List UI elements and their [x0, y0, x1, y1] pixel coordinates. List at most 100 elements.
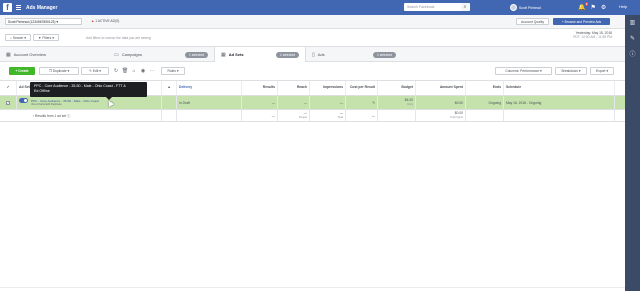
- column-header-reach[interactable]: Reach: [278, 81, 310, 95]
- ad-set-toggle[interactable]: [19, 98, 28, 103]
- toolbar: + Create ❐ Duplicate ▾ ✎ Edit ▾ ↻ 🗑 ⌂ ◉ …: [0, 62, 625, 80]
- ad-set-name-link[interactable]: PPC - Core Audience - 35-50 - Male - Ohi…: [31, 99, 99, 103]
- summary-amount-spent-sub: Total Spent: [450, 115, 463, 119]
- duplicate-button[interactable]: ❐ Duplicate ▾: [39, 67, 79, 75]
- preview-icon[interactable]: ◉: [139, 67, 147, 75]
- column-header-amount-spent[interactable]: Amount Spent: [416, 81, 466, 95]
- account-warning[interactable]: ▲ 1 ACTIVE AD(S): [91, 19, 119, 23]
- filter-input[interactable]: Add filters to narrow the data you are s…: [86, 36, 151, 40]
- duplicate-icon: ❐: [48, 69, 52, 73]
- grid-icon: ▦: [221, 51, 226, 58]
- tab-account-overview[interactable]: ▦ Account Overview: [0, 47, 108, 62]
- tab-label: Campaigns: [121, 52, 142, 57]
- edit-icon[interactable]: ✎: [625, 31, 640, 47]
- row-checkbox[interactable]: ✓: [0, 96, 17, 109]
- summary-row: › Results from 1 ad set ⓘ — — People — Tot…: [0, 110, 625, 122]
- right-side-rail: ▥ ✎ ⓘ: [625, 15, 640, 291]
- pencil-icon[interactable]: ✎: [372, 101, 375, 105]
- info-icon[interactable]: ⓘ: [625, 47, 640, 63]
- grid-icon: ▦: [6, 51, 11, 58]
- selected-count-badge[interactable]: 1 selected: [184, 51, 208, 58]
- account-quality-button[interactable]: Account Quality: [516, 18, 549, 25]
- search-label: Search: [12, 35, 24, 40]
- column-header-impressions[interactable]: Impressions: [310, 81, 346, 95]
- summary-ends-cell: [466, 110, 504, 121]
- tag-icon[interactable]: ⌂: [130, 67, 138, 75]
- folder-icon: ▭: [114, 51, 119, 58]
- summary-label-cell: › Results from 1 ad set ⓘ: [17, 110, 162, 121]
- warning-icon: ▲: [91, 19, 95, 23]
- sort-icon[interactable]: ▲: [162, 81, 177, 95]
- selected-count-badge[interactable]: 1 selected: [275, 51, 299, 58]
- warning-text: 1 ACTIVE AD(S): [95, 19, 120, 23]
- summary-label: Results from 1 ad set: [35, 113, 67, 118]
- row-spacer: [162, 110, 177, 121]
- column-header-budget[interactable]: Budget: [378, 81, 416, 95]
- summary-schedule-cell: [504, 110, 615, 121]
- more-icon[interactable]: ⋯: [148, 67, 156, 75]
- date-range-picker[interactable]: Yesterday: May 15, 2018 PDT: 12:00 AM - …: [560, 31, 612, 39]
- profile-link[interactable]: Scott Pinhead: [510, 3, 541, 12]
- summary-results-cell: —: [242, 110, 278, 121]
- chart-icon[interactable]: ▥: [625, 15, 640, 31]
- rules-button[interactable]: Rules ▾: [161, 67, 185, 75]
- column-header-cost-per-result[interactable]: Cost per Result: [346, 81, 378, 95]
- reach-cell: —: [278, 96, 310, 109]
- avatar: [510, 4, 517, 11]
- columns-dropdown[interactable]: Columns: Performance ▾: [495, 67, 552, 75]
- filter-bar: ⌕ Search ▾ ▼ Filters ▾ Add filters to na…: [0, 29, 625, 47]
- cost-per-result-cell: ✎: [346, 96, 378, 109]
- delivery-status: In Draft: [179, 100, 190, 105]
- selected-count-badge[interactable]: 1 selected: [372, 51, 396, 58]
- search-dropdown[interactable]: ⌕ Search ▾: [5, 34, 31, 41]
- level-tabs: ▦ Account Overview ▭ Campaigns 1 selecte…: [0, 47, 625, 62]
- column-header-results[interactable]: Results: [242, 81, 278, 95]
- budget-type: Daily: [407, 102, 413, 106]
- notifications-icon[interactable]: 🔔 2: [578, 2, 589, 11]
- select-all-checkbox[interactable]: ✓: [0, 81, 17, 95]
- row-spacer: [162, 96, 177, 109]
- summary-cost-cell: —: [346, 110, 378, 121]
- amount-spent-cell: $0.00: [416, 96, 466, 109]
- account-bar: Scott Pinhead (1234567890123) ▾ ▲ 1 ACTI…: [0, 15, 625, 29]
- summary-amount-spent-cell: $0.00 Total Spent: [416, 110, 466, 121]
- app-title: Ads Manager: [26, 4, 58, 11]
- filters-dropdown[interactable]: ▼ Filters ▾: [33, 34, 59, 41]
- main-content: Scott Pinhead (1234567890123) ▾ ▲ 1 ACTI…: [0, 15, 625, 291]
- global-search-input[interactable]: Search Facebook ⌕: [404, 3, 470, 11]
- ad-set-name-cell[interactable]: PPC - Core Audience - 35-50 - Male - Ohi…: [17, 96, 162, 109]
- delete-icon[interactable]: 🗑: [121, 67, 129, 75]
- check-icon: ✓: [6, 100, 10, 105]
- delivery-cell: In Draft: [177, 96, 242, 109]
- budget-cell[interactable]: $4.00 Daily: [378, 96, 416, 109]
- export-dropdown[interactable]: Export ▾: [590, 67, 614, 75]
- menu-icon[interactable]: [12, 0, 24, 15]
- results-cell: —: [242, 96, 278, 109]
- browse-ads-button[interactable]: + Browse and Preview Ads: [553, 18, 610, 25]
- row-actions[interactable]: View Charts Edit Duplicate: [19, 103, 159, 106]
- check-icon: ✓: [6, 85, 10, 90]
- settings-icon[interactable]: ⚙: [601, 4, 606, 11]
- account-selector[interactable]: Scott Pinhead (1234567890123) ▾: [5, 18, 82, 25]
- column-header-ends[interactable]: Ends: [466, 81, 504, 95]
- breakdown-dropdown[interactable]: Breakdown ▾: [555, 67, 587, 75]
- schedule-cell[interactable]: May 16, 2018 - Ongoing: [504, 96, 615, 109]
- tab-campaigns[interactable]: ▭ Campaigns 1 selected: [108, 47, 214, 62]
- pencil-icon: ✎: [89, 69, 92, 73]
- summary-impressions-cell: — Total: [310, 110, 346, 121]
- doc-icon: ▯: [312, 51, 315, 58]
- column-header-delivery[interactable]: Delivery: [177, 81, 242, 95]
- table-row[interactable]: ✓ PPC - Core Audience - 35-50 - Male - O…: [0, 96, 625, 110]
- flag-icon[interactable]: ⚑: [590, 4, 595, 11]
- tab-ads[interactable]: ▯ Ads 1 selected: [306, 47, 402, 62]
- create-button[interactable]: + Create: [9, 67, 35, 75]
- refresh-icon[interactable]: ↻: [112, 67, 120, 75]
- edit-button[interactable]: ✎ Edit ▾: [81, 67, 109, 75]
- column-header-schedule[interactable]: Schedule: [504, 81, 615, 95]
- search-icon[interactable]: ⌕: [461, 3, 469, 11]
- facebook-logo-icon[interactable]: f: [3, 3, 12, 12]
- tab-ad-sets[interactable]: ▦ Ad Sets 1 selected: [214, 47, 306, 62]
- help-link[interactable]: Help: [619, 4, 627, 9]
- ends-cell: Ongoing: [466, 96, 504, 109]
- info-icon[interactable]: ⓘ: [67, 113, 70, 118]
